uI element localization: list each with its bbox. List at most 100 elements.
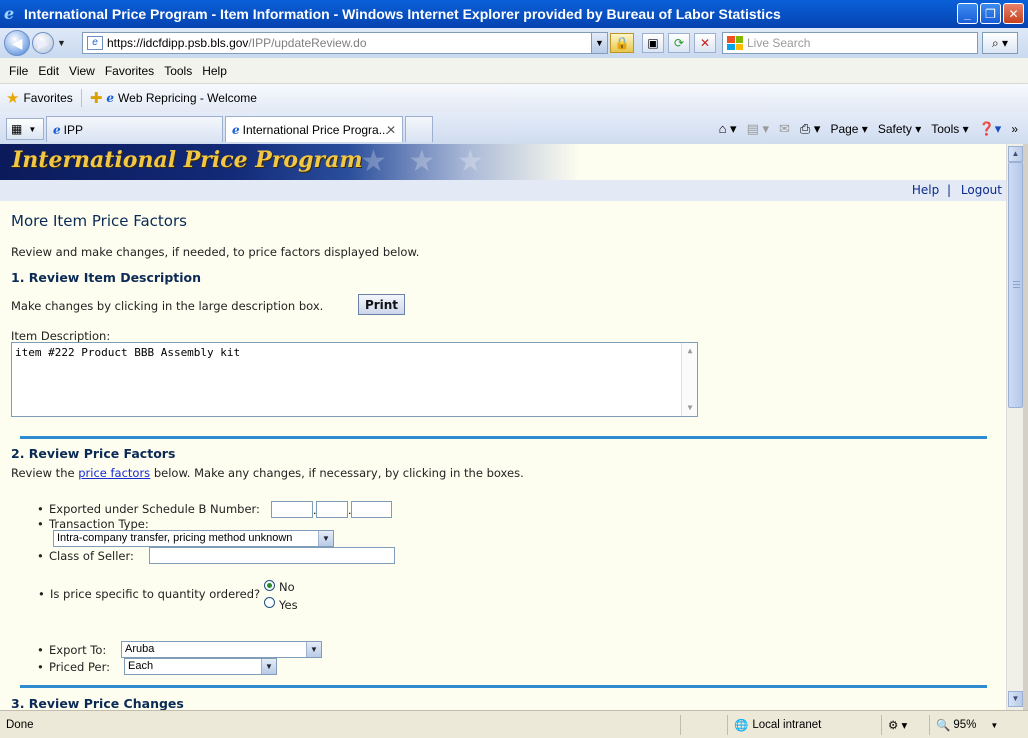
home-icon[interactable]: ⌂ ▾	[719, 121, 737, 137]
item-description-textarea[interactable]: item #222 Product BBB Assembly kit ▲ ▼	[11, 342, 698, 417]
close-window-button[interactable]: ✕	[1003, 3, 1024, 24]
section2-intro: Review the price factors below. Make any…	[11, 466, 524, 480]
schedule-b-part3-input[interactable]	[351, 501, 392, 518]
site-logo: International Price Program	[12, 147, 363, 173]
address-bar[interactable]: e https://idcfdipp.psb.bls.gov/IPP/updat…	[82, 32, 608, 54]
help-icon[interactable]: ❓▾	[979, 121, 1002, 137]
section3-heading: 3. Review Price Changes	[11, 696, 184, 710]
navigation-bar: ◀ ▶ ▼ e https://idcfdipp.psb.bls.gov/IPP…	[0, 28, 1028, 58]
security-lock-icon[interactable]: 🔒	[610, 33, 634, 53]
item-description-label: Item Description:	[11, 329, 111, 343]
refresh-button[interactable]: ⟳	[668, 33, 690, 53]
url-host: https://idcfdipp.psb.bls.gov	[107, 36, 249, 50]
back-button[interactable]: ◀	[4, 30, 30, 56]
radio-yes[interactable]	[264, 597, 275, 608]
menu-help[interactable]: Help	[197, 64, 232, 78]
forward-arrow-icon: ▶	[37, 34, 49, 51]
menu-view[interactable]: View	[64, 64, 100, 78]
price-factors-link[interactable]: price factors	[78, 466, 150, 480]
status-text: Done	[0, 715, 640, 735]
page-icon: e	[87, 36, 103, 50]
add-favorites-icon[interactable]: ✚	[90, 89, 103, 107]
status-empty-cell	[680, 715, 724, 735]
schedule-b-part2-input[interactable]	[316, 501, 348, 518]
menu-file[interactable]: File	[4, 64, 33, 78]
command-bar: ⌂ ▾ ▤ ▾ ✉ ⎙ ▾ Page ▾ Safety ▾ Tools ▾ ❓▾…	[719, 118, 1018, 140]
transaction-type-label: Transaction Type:	[37, 517, 149, 531]
page-scrollbar[interactable]: ▲ ▼	[1006, 144, 1023, 710]
security-zone[interactable]: 🌐 Local intranet	[727, 715, 879, 735]
section2-intro-post: below. Make any changes, if necessary, b…	[150, 466, 524, 480]
new-tab-button[interactable]	[405, 116, 433, 142]
section2-heading: 2. Review Price Factors	[11, 446, 176, 461]
section1-heading: 1. Review Item Description	[11, 270, 202, 285]
search-icon: ⌕ ▾	[991, 35, 1009, 50]
schedule-b-part1-input[interactable]	[271, 501, 313, 518]
tab-international-price-program[interactable]: e International Price Progra... ✕	[225, 116, 403, 142]
chevron-down-icon: ▼	[318, 531, 333, 546]
tools-menu[interactable]: Tools ▾	[931, 122, 968, 136]
favorites-bar: ★ Favorites ✚ e Web Repricing - Welcome	[0, 84, 1028, 112]
tab-list-dropdown-icon[interactable]: ▼	[28, 125, 36, 134]
class-of-seller-input[interactable]	[149, 547, 395, 564]
schedule-b-label: Exported under Schedule B Number:	[37, 502, 260, 516]
back-arrow-icon: ◀	[11, 34, 23, 51]
recent-pages-dropdown[interactable]: ▼	[57, 38, 66, 48]
feeds-icon[interactable]: ▤ ▾	[747, 121, 769, 137]
stop-button[interactable]: ✕	[694, 33, 716, 53]
priced-per-label: Priced Per:	[37, 660, 110, 674]
section2-intro-pre: Review the	[11, 466, 79, 480]
page-menu[interactable]: Page ▾	[830, 122, 867, 136]
ie-logo-icon: e	[4, 4, 15, 23]
compatibility-view-button[interactable]: ▣	[642, 33, 664, 53]
protected-mode-button[interactable]: ⚙ ▾	[881, 715, 927, 735]
quick-tabs-button[interactable]: ▦ ▼	[6, 118, 44, 140]
close-tab-icon[interactable]: ✕	[386, 123, 396, 137]
minimize-button[interactable]: _	[957, 3, 978, 24]
grip-line	[1013, 281, 1020, 282]
scroll-up-button[interactable]: ▲	[1008, 146, 1023, 162]
tab-active-label: International Price Progra...	[242, 122, 389, 137]
tab-ipp[interactable]: e IPP	[46, 116, 223, 142]
forward-button[interactable]: ▶	[32, 32, 54, 54]
link-separator: |	[947, 183, 952, 197]
grip-line	[1013, 287, 1020, 288]
textarea-scrollbar[interactable]: ▲ ▼	[681, 343, 697, 416]
scroll-down-button[interactable]: ▼	[1008, 691, 1023, 707]
live-search-logo-icon	[727, 36, 743, 50]
help-link[interactable]: Help	[912, 183, 939, 197]
compatibility-icon: ▣	[647, 36, 659, 50]
menu-favorites[interactable]: Favorites	[100, 64, 159, 78]
search-button[interactable]: ⌕ ▾	[982, 32, 1018, 54]
menu-edit[interactable]: Edit	[33, 64, 64, 78]
export-to-select[interactable]: Aruba ▼	[121, 641, 322, 658]
restore-button[interactable]: ❐	[980, 3, 1001, 24]
favorites-button[interactable]: Favorites	[23, 91, 72, 105]
item-description-value: item #222 Product BBB Assembly kit	[15, 346, 241, 359]
print-icon[interactable]: ⎙ ▾	[800, 121, 821, 137]
refresh-icon: ⟳	[673, 36, 685, 50]
url-path: /IPP/updateReview.do	[248, 36, 367, 50]
menu-tools[interactable]: Tools	[159, 64, 197, 78]
address-dropdown-button[interactable]: ▼	[591, 33, 607, 53]
zone-label: Local intranet	[752, 719, 822, 731]
transaction-type-select[interactable]: Intra-company transfer, pricing method u…	[53, 530, 334, 547]
scroll-down-icon[interactable]: ▼	[684, 402, 696, 414]
scroll-up-icon[interactable]: ▲	[684, 345, 696, 357]
stop-icon: ✕	[699, 36, 711, 50]
radio-no[interactable]	[264, 580, 275, 591]
search-input[interactable]: Live Search	[722, 32, 978, 54]
logout-link[interactable]: Logout	[961, 183, 1002, 197]
window-title: International Price Program - Item Infor…	[24, 6, 781, 22]
safety-menu[interactable]: Safety ▾	[878, 122, 921, 136]
scroll-thumb[interactable]	[1008, 162, 1023, 408]
favorite-link-web-repricing[interactable]: Web Repricing - Welcome	[118, 91, 257, 105]
transaction-type-value: Intra-company transfer, pricing method u…	[57, 532, 293, 544]
zoom-control[interactable]: 🔍 95% ▼	[929, 715, 1009, 735]
chevron-down-icon: ▼	[261, 659, 276, 674]
priced-per-select[interactable]: Each ▼	[124, 658, 277, 675]
export-to-value: Aruba	[125, 643, 155, 655]
read-mail-icon[interactable]: ✉	[779, 121, 790, 137]
print-button[interactable]: Print	[358, 294, 405, 315]
chevron-more-icon[interactable]: »	[1011, 122, 1018, 136]
